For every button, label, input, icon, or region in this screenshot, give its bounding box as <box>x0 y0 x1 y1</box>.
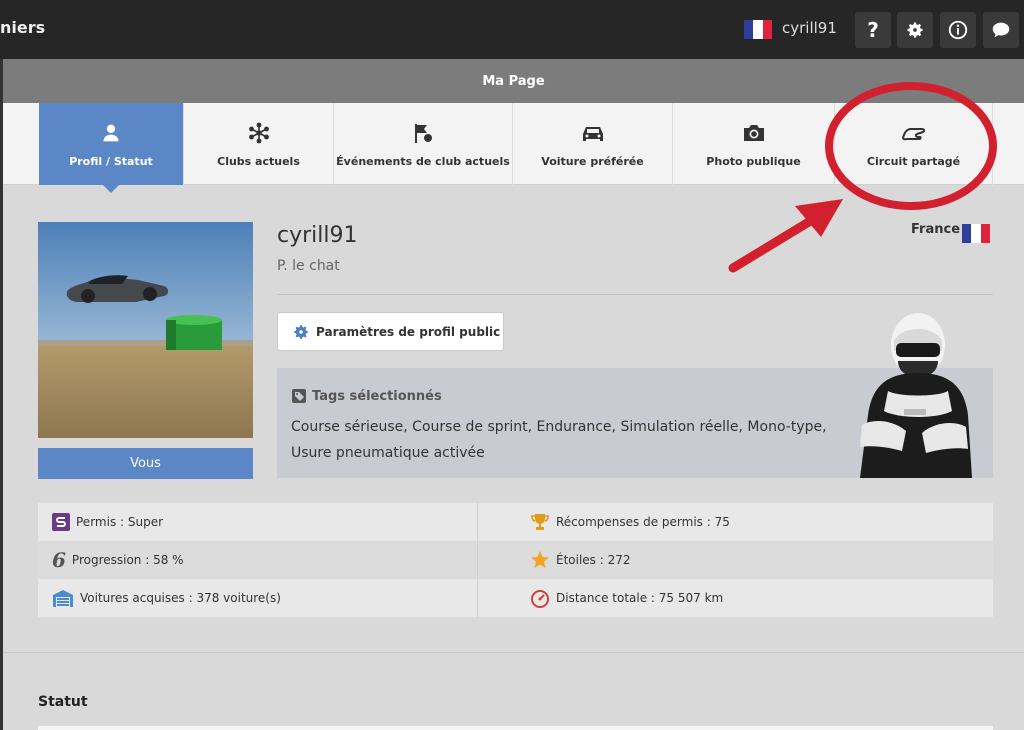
help-button[interactable]: ? <box>855 12 891 48</box>
profile-username: cyrill91 <box>277 223 358 248</box>
status-panel <box>38 726 993 730</box>
public-profile-settings-button[interactable]: Paramètres de profil public <box>277 312 504 351</box>
flag-icon <box>415 124 432 143</box>
stat-cars-text: Voitures acquises : 378 voiture(s) <box>80 591 281 605</box>
stat-distance: Distance totale : 75 507 km <box>516 579 723 617</box>
stat-progression-text: Progression : 58 % <box>71 553 184 567</box>
settings-button-label: Paramètres de profil public <box>316 324 501 339</box>
settings-button[interactable] <box>897 12 933 48</box>
tag-icon <box>292 389 306 403</box>
profile-photo[interactable] <box>38 222 253 438</box>
top-bar: niers cyrill91 ? <box>0 0 1024 59</box>
car-icon <box>582 127 603 141</box>
profile-divider <box>277 294 993 295</box>
tab-label: Voiture préférée <box>541 155 644 168</box>
you-label: Vous <box>130 456 161 471</box>
stat-distance-text: Distance totale : 75 507 km <box>556 591 724 605</box>
tab-label: Clubs actuels <box>217 155 300 168</box>
stats-row: Voitures acquises : 378 voiture(s) Dista… <box>38 579 993 617</box>
stats-table: Permis : Super Récompenses de permis : 7… <box>38 503 993 617</box>
avatar-you-label: Vous <box>38 448 253 479</box>
tab-profile-status[interactable]: Profil / Statut <box>39 103 184 193</box>
stats-column-divider <box>477 503 478 617</box>
garage-icon <box>53 590 73 607</box>
app-title: niers <box>0 18 46 37</box>
tab-label: Photo publique <box>706 155 801 168</box>
help-icon: ? <box>867 18 879 42</box>
tags-list: Course sérieuse, Course de sprint, Endur… <box>291 419 827 461</box>
status-section-title: Statut <box>38 694 88 710</box>
annotation-arrow-shaft <box>728 215 817 273</box>
info-icon <box>948 20 968 40</box>
chat-icon <box>992 22 1010 38</box>
top-username[interactable]: cyrill91 <box>782 19 837 37</box>
profile-real-name: P. le chat <box>277 258 340 274</box>
stat-progression: 6 Progression : 58 % <box>38 541 184 579</box>
stat-license-rewards-text: Récompenses de permis : 75 <box>556 515 730 529</box>
camera-icon <box>743 125 764 141</box>
tab-current-clubs[interactable]: Clubs actuels <box>184 103 334 185</box>
info-button[interactable] <box>940 12 976 48</box>
stat-stars: Étoiles : 272 <box>516 541 631 579</box>
flag-fr-icon <box>744 20 772 39</box>
speedometer-icon <box>531 590 549 608</box>
stats-row: 6 Progression : 58 % Étoiles : 272 <box>38 541 993 579</box>
photo-flying-car <box>38 222 253 438</box>
tab-favorite-car[interactable]: Voiture préférée <box>513 103 673 185</box>
clubs-icon <box>248 122 269 144</box>
trophy-icon <box>531 514 549 530</box>
chat-button[interactable] <box>983 12 1019 48</box>
tags-title-text: Tags sélectionnés <box>312 388 442 404</box>
tab-shared-circuit[interactable]: Circuit partagé <box>835 103 993 185</box>
stat-license-text: Permis : Super <box>76 515 164 529</box>
stat-license: Permis : Super <box>38 503 163 541</box>
driver-avatar <box>848 305 978 478</box>
tab-label: Événements de club actuels <box>336 155 510 168</box>
user-icon <box>103 124 119 142</box>
star-icon <box>531 551 549 568</box>
tab-public-photo[interactable]: Photo publique <box>673 103 835 185</box>
tags-title: Tags sélectionnés <box>291 388 442 404</box>
progression-icon: 6 <box>52 548 66 572</box>
flag-fr-icon <box>962 224 990 243</box>
profile-country: France <box>911 222 961 237</box>
tab-club-events[interactable]: Événements de club actuels <box>334 103 513 185</box>
circuit-icon <box>901 128 925 141</box>
gear-icon <box>907 22 923 38</box>
page-header: Ma Page <box>3 59 1024 103</box>
stat-license-rewards: Récompenses de permis : 75 <box>516 503 730 541</box>
gear-icon <box>294 324 308 339</box>
stat-cars: Voitures acquises : 378 voiture(s) <box>38 579 281 617</box>
page-title: Ma Page <box>482 73 545 89</box>
section-divider <box>3 652 1024 653</box>
license-icon <box>52 513 70 531</box>
stat-stars-text: Étoiles : 272 <box>556 553 631 567</box>
tab-label: Profil / Statut <box>69 155 153 168</box>
profile-tabs: Profil / Statut Clubs actuels Événements… <box>3 103 1024 193</box>
tab-label: Circuit partagé <box>866 155 961 168</box>
stats-row: Permis : Super Récompenses de permis : 7… <box>38 503 993 541</box>
annotation-arrow-head <box>795 199 843 237</box>
